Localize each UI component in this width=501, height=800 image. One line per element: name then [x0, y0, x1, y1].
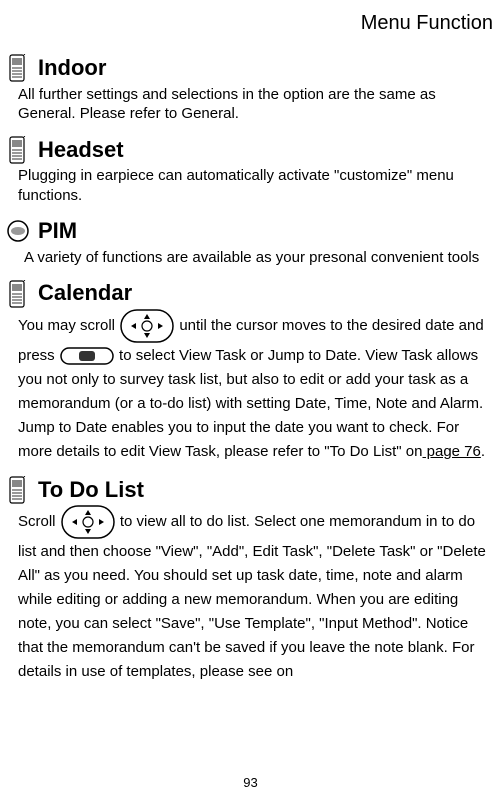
headset-title: Headset [38, 136, 124, 165]
todolist-text-1: Scroll [18, 513, 60, 530]
todolist-section: To Do List Scroll to view all to do list… [6, 476, 495, 685]
circle-icon [6, 219, 30, 243]
headset-body: Plugging in earpiece can automatically a… [6, 166, 495, 205]
indoor-body: All further settings and selections in t… [6, 85, 495, 124]
calendar-section: Calendar You may scroll until the cursor… [6, 279, 495, 464]
pim-header: PIM [6, 217, 495, 246]
center-key-icon [59, 346, 115, 366]
todolist-title: To Do List [38, 476, 144, 505]
headset-section: Headset Plugging in earpiece can automat… [6, 136, 495, 206]
calendar-body: You may scroll until the cursor moves to… [6, 308, 495, 464]
indoor-section: Indoor All further settings and selectio… [6, 54, 495, 124]
indoor-header: Indoor [6, 54, 495, 83]
pim-section: PIM A variety of functions are available… [6, 217, 495, 267]
phone-icon [6, 54, 30, 82]
nav-key-icon [60, 504, 116, 540]
nav-key-icon [119, 308, 175, 344]
indoor-title: Indoor [38, 54, 106, 83]
pim-body: A variety of functions are available as … [6, 248, 495, 268]
page-number: 93 [0, 775, 501, 792]
headset-header: Headset [6, 136, 495, 165]
calendar-header: Calendar [6, 279, 495, 308]
phone-icon [6, 136, 30, 164]
phone-icon [6, 280, 30, 308]
calendar-text-4: . [481, 443, 485, 460]
todolist-header: To Do List [6, 476, 495, 505]
phone-icon [6, 476, 30, 504]
todolist-body: Scroll to view all to do list. Select on… [6, 504, 495, 684]
calendar-text-1: You may scroll [18, 317, 119, 334]
pim-title: PIM [38, 217, 77, 246]
page-76-link[interactable]: page 76 [422, 443, 480, 460]
calendar-title: Calendar [38, 279, 132, 308]
page-header: Menu Function [6, 10, 495, 36]
